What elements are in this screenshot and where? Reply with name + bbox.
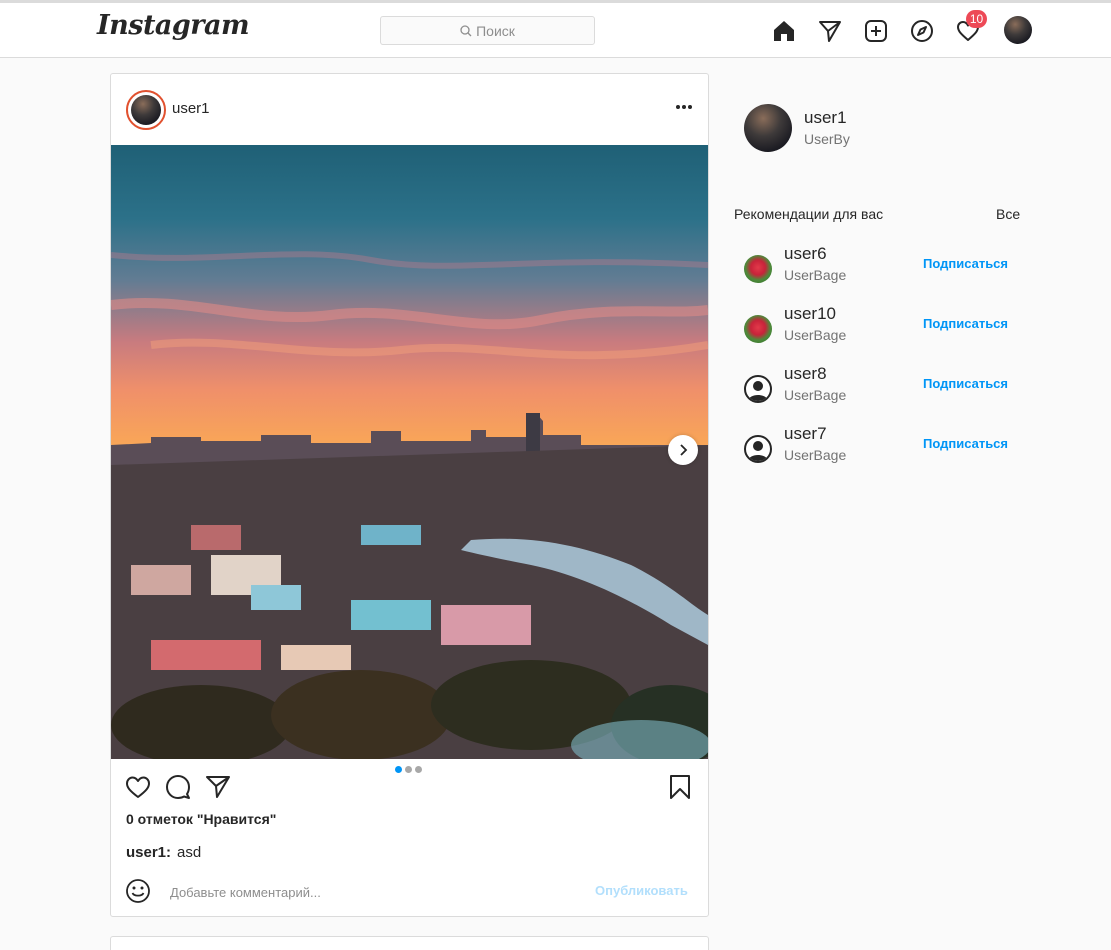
search-icon <box>460 24 472 36</box>
post-caption: user1: asd <box>126 844 201 861</box>
recommendation-item: user8 UserBage Подписаться <box>744 364 1024 412</box>
default-avatar-icon[interactable] <box>744 375 772 403</box>
follow-button[interactable]: Подписаться <box>923 436 1008 451</box>
direct-icon[interactable] <box>815 16 845 46</box>
caption-username[interactable]: user1: <box>126 844 171 861</box>
current-user-avatar[interactable] <box>744 104 792 152</box>
recommendation-fullname: UserBage <box>784 387 847 403</box>
caption-text: asd <box>177 844 202 861</box>
search-input[interactable]: Поиск <box>380 16 595 45</box>
current-user-username[interactable]: user1 <box>804 108 847 128</box>
recommendation-item: user7 UserBage Подписаться <box>744 424 1024 472</box>
comment-input[interactable] <box>170 882 570 902</box>
likes-count[interactable]: 0 отметок "Нравится" <box>126 811 276 827</box>
explore-icon[interactable] <box>907 16 937 46</box>
avatar[interactable] <box>744 255 772 283</box>
city-skyline-image <box>111 251 708 759</box>
recommendations-title: Рекомендации для вас <box>734 206 884 222</box>
share-icon[interactable] <box>205 774 231 800</box>
next-feed-post <box>110 936 709 950</box>
feed-post: user1 0 отметок "Нравится" user1: asd До… <box>110 73 709 917</box>
search-placeholder: Поиск <box>476 22 515 39</box>
profile-avatar[interactable] <box>1004 16 1032 44</box>
instagram-logo[interactable]: Instagram <box>97 10 250 41</box>
save-icon[interactable] <box>667 774 693 800</box>
add-comment-section: Опубликовать <box>111 874 708 916</box>
default-avatar-icon[interactable] <box>744 435 772 463</box>
post-author-avatar[interactable] <box>126 90 166 130</box>
comment-icon[interactable] <box>165 774 191 800</box>
avatar <box>131 95 161 125</box>
follow-button[interactable]: Подписаться <box>923 376 1008 391</box>
recommendation-username[interactable]: user8 <box>784 364 827 384</box>
notification-badge: 10 <box>966 10 987 28</box>
recommendation-item: user6 UserBage Подписаться <box>744 244 1024 292</box>
recommendation-item: user10 UserBage Подписаться <box>744 304 1024 352</box>
carousel-dot <box>415 766 422 773</box>
recommendation-username[interactable]: user7 <box>784 424 827 444</box>
carousel-dot <box>405 766 412 773</box>
home-icon[interactable] <box>769 16 799 46</box>
see-all-link[interactable]: Все <box>996 206 1020 222</box>
chevron-right-icon <box>680 444 688 456</box>
carousel-dot-active <box>395 766 402 773</box>
recommendation-username[interactable]: user10 <box>784 304 836 324</box>
recommendation-username[interactable]: user6 <box>784 244 827 264</box>
recommendation-fullname: UserBage <box>784 447 847 463</box>
recommendation-fullname: UserBage <box>784 267 847 283</box>
follow-button[interactable]: Подписаться <box>923 256 1008 271</box>
publish-button[interactable]: Опубликовать <box>595 883 688 898</box>
current-user-fullname: UserBy <box>804 131 850 147</box>
new-post-icon[interactable] <box>861 16 891 46</box>
recommendation-fullname: UserBage <box>784 327 847 343</box>
avatar[interactable] <box>744 315 772 343</box>
like-icon[interactable] <box>125 774 151 800</box>
post-header: user1 <box>111 74 708 145</box>
carousel-indicator <box>395 766 422 773</box>
next-slide-button[interactable] <box>668 435 698 465</box>
post-author-username[interactable]: user1 <box>172 100 210 117</box>
more-icon[interactable] <box>674 96 694 120</box>
emoji-icon[interactable] <box>125 878 151 904</box>
follow-button[interactable]: Подписаться <box>923 316 1008 331</box>
top-navbar: Instagram Поиск <box>0 3 1111 58</box>
post-photo[interactable] <box>111 145 708 759</box>
